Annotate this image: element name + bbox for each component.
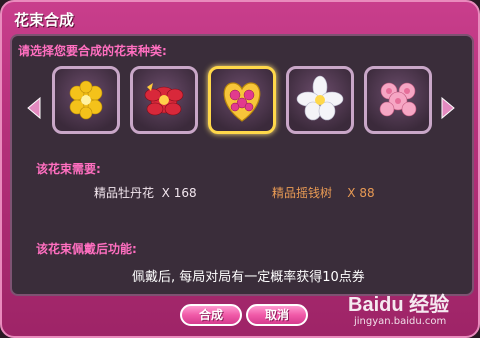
watermark-url: jingyan.baidu.com — [354, 316, 447, 327]
material-1-name: 精品牡丹花 — [94, 186, 155, 200]
flower-option-heart[interactable] — [208, 66, 276, 134]
requirements-label: 该花束需要: — [36, 162, 101, 176]
flower-option-pink[interactable] — [364, 66, 432, 134]
baidu-watermark: Baidu 经验 jingyan.baidu.com — [348, 288, 478, 336]
cancel-button[interactable]: 取消 — [246, 304, 308, 326]
dialog-title: 花束合成 — [14, 11, 75, 29]
material-1: 精品牡丹花 X 168 — [94, 184, 197, 201]
flower-synthesis-dialog: 花束合成 请选择您要合成的花束种类: 该花束需要: 精品牡丹花 X 168 精品… — [0, 0, 480, 338]
flower-carousel — [52, 66, 436, 138]
scroll-right-arrow-icon[interactable] — [440, 96, 456, 120]
flower-option-white[interactable] — [286, 66, 354, 134]
gold-flower-bouquet-icon — [69, 80, 103, 120]
material-1-qty: X 168 — [161, 186, 197, 200]
select-prompt: 请选择您要合成的花束种类: — [18, 44, 167, 58]
material-2: 精品摇钱树 X 88 — [272, 184, 375, 201]
red-peony-bouquet-icon — [144, 83, 184, 116]
effect-description: 佩戴后, 每局对局有一定概率获得10点券 — [132, 270, 365, 285]
material-2-qty: X 88 — [347, 186, 375, 200]
white-lily-bouquet-icon — [296, 75, 344, 121]
effect-label: 该花束佩戴后功能: — [36, 242, 137, 256]
pink-rose-bouquet-icon — [379, 82, 417, 117]
scroll-left-arrow-icon[interactable] — [26, 96, 42, 120]
content-panel: 请选择您要合成的花束种类: 该花束需要: 精品牡丹花 X 168 精品摇钱树 X… — [10, 34, 474, 296]
flower-option-gold[interactable] — [52, 66, 120, 134]
material-2-name: 精品摇钱树 — [272, 186, 333, 200]
watermark-logo: Baidu 经验 — [348, 294, 450, 316]
synthesize-button[interactable]: 合成 — [180, 304, 242, 326]
flower-option-red[interactable] — [130, 66, 198, 134]
heart-rose-bouquet-icon — [223, 82, 261, 122]
